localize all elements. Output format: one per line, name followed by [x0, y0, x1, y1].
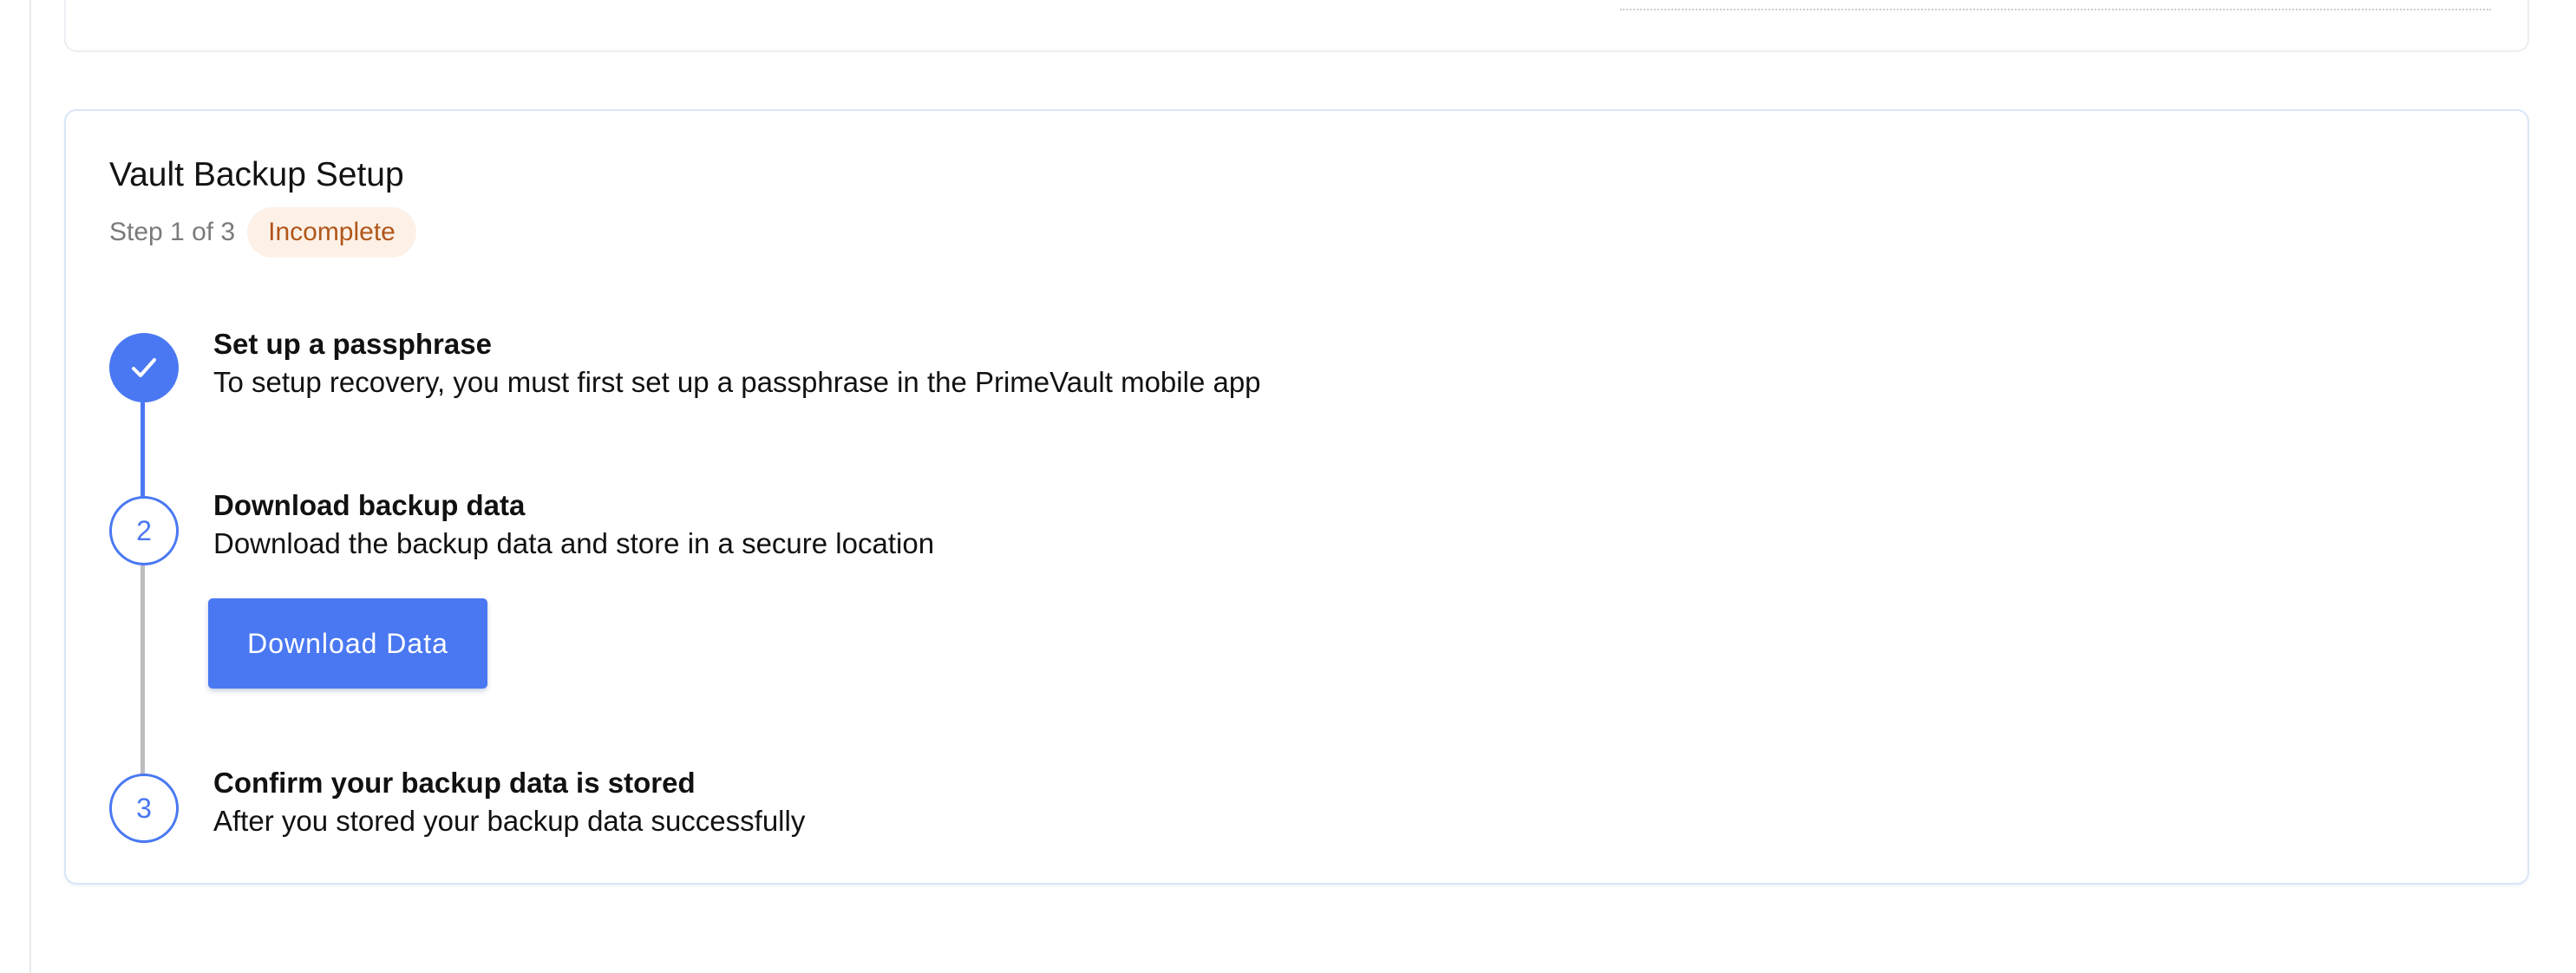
step-1-marker	[109, 333, 179, 402]
download-data-button[interactable]: Download Data	[208, 598, 487, 689]
step-1-title: Set up a passphrase	[213, 328, 492, 360]
status-row: Step 1 of 3 Incomplete	[109, 206, 416, 258]
step-1-description: To setup recovery, you must first set up…	[213, 366, 1261, 398]
previous-card	[64, 0, 2529, 52]
step-2-title: Download backup data	[213, 489, 526, 521]
sidebar-divider	[29, 0, 31, 973]
page: Vault Backup Setup Step 1 of 3 Incomplet…	[0, 0, 2576, 973]
card-title: Vault Backup Setup	[109, 156, 404, 193]
vault-backup-card: Vault Backup Setup Step 1 of 3 Incomplet…	[64, 109, 2529, 885]
step-progress-text: Step 1 of 3	[109, 218, 236, 246]
step-2-marker: 2	[109, 496, 179, 565]
step-3-description: After you stored your backup data succes…	[213, 805, 806, 837]
checkmark-icon	[132, 358, 156, 377]
dotted-divider	[1620, 9, 2491, 10]
step-3-marker: 3	[109, 774, 179, 843]
status-badge: Incomplete	[247, 207, 416, 258]
step-3-title: Confirm your backup data is stored	[213, 767, 696, 799]
step-2-description: Download the backup data and store in a …	[213, 527, 935, 559]
